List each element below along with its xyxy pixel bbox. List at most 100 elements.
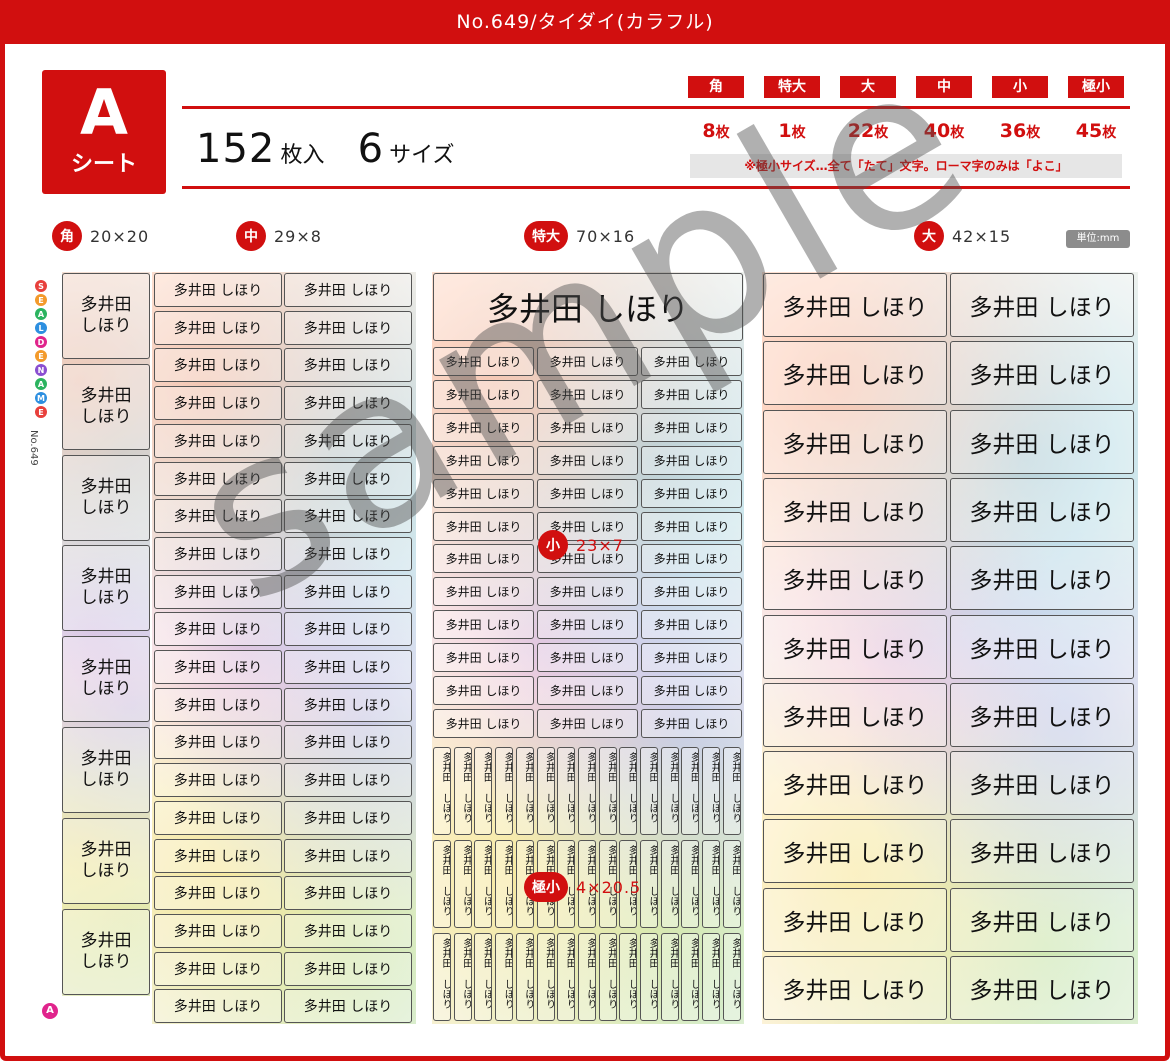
chu-label: 多井田 しほり xyxy=(154,461,282,496)
sho-label: 多井田 しほり xyxy=(433,676,534,705)
sho-label: 多井田 しほり xyxy=(433,412,534,442)
gokusho-label: 多井田 しほり xyxy=(722,747,741,835)
chu-label: 多井田 しほり xyxy=(284,725,412,760)
chu-label: 多井田 しほり xyxy=(284,876,412,911)
kaku-label: 多井田 しほり xyxy=(62,454,150,541)
kaku-label-line: しほり xyxy=(80,679,132,700)
sho-label: 多井田 しほり xyxy=(433,544,534,574)
sho-label: 多井田 しほり xyxy=(537,643,638,673)
size-count-unit: 枚 xyxy=(950,125,965,141)
gokusho-label: 多井田 しほり xyxy=(433,747,451,835)
sheet-word: シート xyxy=(70,152,137,177)
kaku-label-line: 多井田 xyxy=(80,930,132,951)
dai-label: 多井田 しほり xyxy=(950,751,1134,816)
gokusho-label: 多井田 しほり xyxy=(433,933,451,1021)
legend-sho-dim: 23×7 xyxy=(576,535,624,555)
chu-label: 多井田 しほり xyxy=(154,687,282,722)
legend-gokusho-dim: 4×20.5 xyxy=(576,877,642,897)
size-count-value: 8枚 xyxy=(676,120,756,142)
brand-letter: N xyxy=(35,364,47,376)
chu-label: 多井田 しほり xyxy=(154,725,282,760)
sho-label: 多井田 しほり xyxy=(537,577,638,607)
brand-letter: A xyxy=(35,378,47,390)
sho-label: 多井田 しほり xyxy=(537,676,638,705)
legend-gokusho-badge: 極小 xyxy=(524,872,568,902)
chu-label: 多井田 しほり xyxy=(154,386,282,421)
gokusho-label: 多井田 しほり xyxy=(702,747,721,835)
sho-label: 多井田 しほり xyxy=(641,511,742,541)
chu-label: 多井田 しほり xyxy=(154,913,282,948)
sho-label: 多井田 しほり xyxy=(433,511,534,541)
chu-label: 多井田 しほり xyxy=(154,763,282,798)
chu-label: 多井田 しほり xyxy=(284,951,412,986)
dai-label: 多井田 しほり xyxy=(763,273,947,337)
gokusho-label: 多井田 しほり xyxy=(453,747,472,835)
legend-tokudai-badge: 特大 xyxy=(524,221,568,251)
size-count-number: 40 xyxy=(923,120,951,142)
kaku-label-line: 多井田 xyxy=(80,839,132,860)
sho-label: 多井田 しほり xyxy=(641,379,742,409)
gokusho-label: 多井田 しほり xyxy=(495,933,514,1021)
dai-label: 多井田 しほり xyxy=(763,956,947,1020)
legend-kaku-badge: 角 xyxy=(52,221,82,251)
gokusho-label: 多井田 しほり xyxy=(619,747,638,835)
total-count: 152 xyxy=(196,126,276,172)
chu-label: 多井田 しほり xyxy=(154,499,282,534)
chu-label: 多井田 しほり xyxy=(284,273,412,307)
kaku-label-line: しほり xyxy=(80,406,132,427)
gokusho-label: 多井田 しほり xyxy=(474,840,493,928)
dai-label: 多井田 しほり xyxy=(763,682,947,747)
divider-top xyxy=(182,106,1130,109)
size-chip: 角 xyxy=(688,76,744,98)
unit-tag: 単位:mm xyxy=(1066,230,1130,248)
gokusho-label: 多井田 しほり xyxy=(660,840,679,928)
kaku-label: 多井田 しほり xyxy=(62,727,150,813)
legend-chu-badge: 中 xyxy=(236,221,266,251)
chu-label: 多井田 しほり xyxy=(154,310,282,345)
dai-label: 多井田 しほり xyxy=(763,887,947,952)
kaku-label: 多井田 しほり xyxy=(62,545,150,632)
sho-label: 多井田 しほり xyxy=(537,379,638,409)
gokusho-label: 多井田 しほり xyxy=(474,747,493,835)
chu-label: 多井田 しほり xyxy=(284,687,412,722)
size-chip: 中 xyxy=(916,76,972,98)
sho-label: 多井田 しほり xyxy=(641,347,742,376)
sheet-badge: A シート xyxy=(42,70,166,194)
total-count-unit: 枚入 xyxy=(280,143,325,168)
gokusho-label: 多井田 しほり xyxy=(681,747,700,835)
sheet-letter: A xyxy=(80,76,128,149)
kaku-label-line: しほり xyxy=(80,588,132,609)
sho-label: 多井田 しほり xyxy=(433,347,534,376)
chu-label: 多井田 しほり xyxy=(154,876,282,911)
size-count-unit: サイズ xyxy=(389,143,455,168)
chu-label: 多井田 しほり xyxy=(284,386,412,421)
gokusho-label: 多井田 しほり xyxy=(702,933,721,1021)
chu-label: 多井田 しほり xyxy=(154,800,282,835)
chu-label: 多井田 しほり xyxy=(154,650,282,684)
chu-label: 多井田 しほり xyxy=(154,612,282,647)
brand-letter: E xyxy=(35,294,47,306)
chu-label: 多井田 しほり xyxy=(154,348,282,383)
brand-letter: L xyxy=(35,322,47,334)
brand-letter: E xyxy=(35,350,47,362)
chu-label: 多井田 しほり xyxy=(154,423,282,458)
gokusho-label: 多井田 しほり xyxy=(619,933,638,1021)
gokusho-label: 多井田 しほり xyxy=(536,747,555,835)
size-chip: 極小 xyxy=(1068,76,1124,98)
dai-label: 多井田 しほり xyxy=(950,409,1134,474)
size-count-value: 36枚 xyxy=(980,120,1060,142)
size-count-unit: 枚 xyxy=(874,125,889,141)
brand-letter: A xyxy=(35,308,47,320)
size-count-unit: 枚 xyxy=(1026,125,1041,141)
chu-label: 多井田 しほり xyxy=(154,838,282,873)
kaku-label: 多井田 しほり xyxy=(62,817,150,904)
dai-label: 多井田 しほり xyxy=(763,477,947,542)
legend-tokudai-dim: 70×16 xyxy=(576,226,636,246)
sho-label: 多井田 しほり xyxy=(641,676,742,705)
size-count-number: 45 xyxy=(1075,120,1103,142)
dai-label: 多井田 しほり xyxy=(950,546,1134,611)
sho-label: 多井田 しほり xyxy=(641,412,742,442)
dai-label: 多井田 しほり xyxy=(950,477,1134,542)
gokusho-label: 多井田 しほり xyxy=(495,747,514,835)
chu-panel xyxy=(152,272,416,1024)
